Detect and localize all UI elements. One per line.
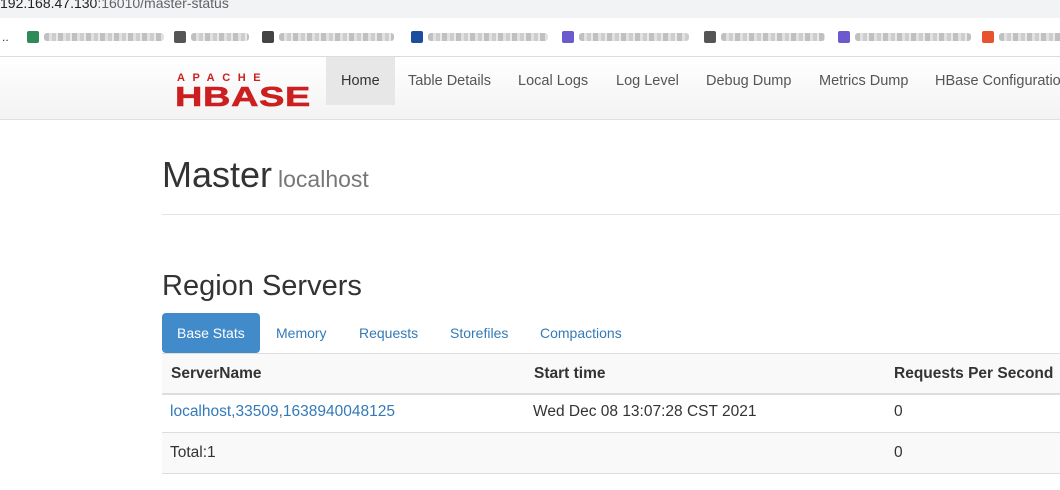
bookmark-item[interactable] — [982, 30, 1060, 44]
bookmark-icon — [262, 31, 274, 43]
nav-table-details[interactable]: Table Details — [393, 57, 506, 105]
tab-compactions[interactable]: Compactions — [525, 313, 637, 353]
total-label: Total:1 — [170, 444, 216, 461]
tab-memory[interactable]: Memory — [261, 313, 342, 353]
bookmark-item[interactable] — [262, 30, 394, 44]
bookmarks-ellipsis[interactable]: .. — [2, 30, 9, 44]
column-header-servername: ServerName — [171, 365, 262, 382]
bookmark-item[interactable] — [27, 30, 164, 44]
nav-log-level[interactable]: Log Level — [601, 57, 694, 105]
nav-local-logs[interactable]: Local Logs — [503, 57, 603, 105]
tab-storefiles[interactable]: Storefiles — [435, 313, 523, 353]
nav-hbase-configuration[interactable]: HBase Configuration — [920, 57, 1060, 105]
url-host: 192.168.47.130 — [0, 0, 98, 11]
header-divider — [162, 214, 1060, 215]
nav-debug-dump[interactable]: Debug Dump — [691, 57, 806, 105]
bookmark-item[interactable] — [838, 30, 971, 44]
region-servers-heading: Region Servers — [162, 270, 362, 302]
server-name-link[interactable]: localhost,33509,1638940048125 — [170, 392, 395, 431]
tab-base-stats[interactable]: Base Stats — [162, 313, 260, 353]
start-time-cell: Wed Dec 08 13:07:28 CST 2021 — [533, 403, 757, 420]
bookmark-item[interactable] — [174, 30, 249, 44]
bookmark-icon — [562, 31, 574, 43]
bookmark-icon — [174, 31, 186, 43]
bookmark-icon — [411, 31, 423, 43]
page-title-text: Master — [162, 154, 273, 195]
bookmark-item[interactable] — [704, 30, 825, 44]
column-header-requests-per-second: Requests Per Second — [894, 365, 1054, 382]
table-header: ServerName Start time Requests Per Secon… — [162, 353, 1060, 395]
table-row: localhost,33509,1638940048125 Wed Dec 08… — [162, 392, 1060, 433]
column-header-start-time: Start time — [534, 365, 606, 382]
address-bar[interactable]: 192.168.47.130:16010/master-status — [0, 0, 1060, 18]
page-subtitle: localhost — [278, 166, 369, 192]
nav-metrics-dump[interactable]: Metrics Dump — [804, 57, 923, 105]
bookmark-item[interactable] — [411, 30, 548, 44]
url-path: :16010/master-status — [97, 0, 229, 11]
bookmarks-bar: .. — [0, 18, 1060, 57]
hbase-logo[interactable]: APACHE HBASE — [175, 70, 315, 112]
bookmark-item[interactable] — [562, 30, 689, 44]
page-title: Master localhost — [162, 154, 369, 196]
bookmark-icon — [704, 31, 716, 43]
total-requests-per-second: 0 — [894, 444, 903, 461]
table-total-row: Total:1 0 — [162, 433, 1060, 474]
logo-hbase-text: HBASE — [175, 81, 311, 110]
tab-requests[interactable]: Requests — [344, 313, 433, 353]
bookmark-icon — [27, 31, 39, 43]
bookmark-icon — [838, 31, 850, 43]
nav-home[interactable]: Home — [326, 57, 395, 105]
bookmark-icon — [982, 31, 994, 43]
top-navbar: APACHE HBASE Home Table Details Local Lo… — [0, 57, 1060, 120]
requests-per-second-cell: 0 — [894, 403, 903, 420]
